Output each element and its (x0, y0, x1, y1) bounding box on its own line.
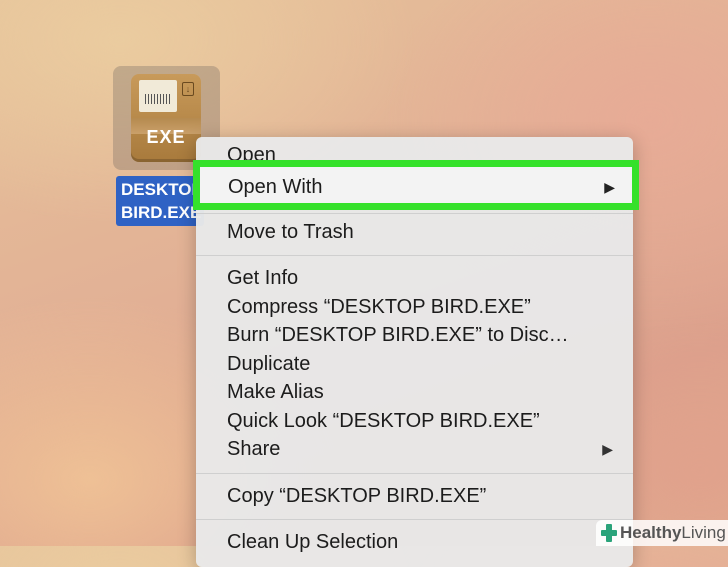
watermark-brand-bold: Healthy (620, 523, 682, 542)
menu-item-duplicate[interactable]: Duplicate (196, 350, 633, 378)
medical-cross-icon (601, 524, 617, 542)
file-name-label[interactable]: DESKTOP BIRD.EXE (116, 176, 204, 226)
healthy-living-watermark: HealthyLiving (596, 520, 728, 546)
submenu-arrow-icon: ▶ (602, 441, 613, 457)
menu-item-move-to-trash[interactable]: Move to Trash (196, 218, 633, 246)
menu-item-share[interactable]: Share ▶ (196, 435, 633, 463)
watermark-brand-light: Living (681, 523, 726, 542)
submenu-arrow-icon: ▶ (604, 179, 615, 195)
download-arrow-icon: ↓ (182, 82, 194, 96)
menu-item-share-label: Share (227, 438, 281, 460)
exe-badge: EXE (146, 127, 186, 147)
file-name-line2: BIRD.EXE (121, 203, 202, 222)
barcode-icon (145, 94, 171, 104)
menu-separator (196, 519, 633, 520)
menu-item-get-info[interactable]: Get Info (196, 264, 633, 292)
menu-separator (196, 213, 633, 214)
menu-item-quick-look[interactable]: Quick Look “DESKTOP BIRD.EXE” (196, 407, 633, 435)
label-paper (139, 80, 177, 112)
open-with-highlight[interactable]: Open With ▶ (193, 160, 639, 210)
menu-separator (196, 473, 633, 474)
menu-item-make-alias[interactable]: Make Alias (196, 378, 633, 406)
menu-item-clean-up-selection[interactable]: Clean Up Selection (196, 528, 633, 556)
menu-item-burn[interactable]: Burn “DESKTOP BIRD.EXE” to Disc… (196, 321, 633, 349)
menu-separator (196, 255, 633, 256)
menu-item-compress[interactable]: Compress “DESKTOP BIRD.EXE” (196, 293, 633, 321)
archive-box-icon: ↓ EXE (131, 74, 201, 162)
menu-item-copy[interactable]: Copy “DESKTOP BIRD.EXE” (196, 482, 633, 510)
menu-item-open-with-label: Open With (228, 176, 323, 198)
file-name-line1: DESKTOP (121, 180, 203, 199)
